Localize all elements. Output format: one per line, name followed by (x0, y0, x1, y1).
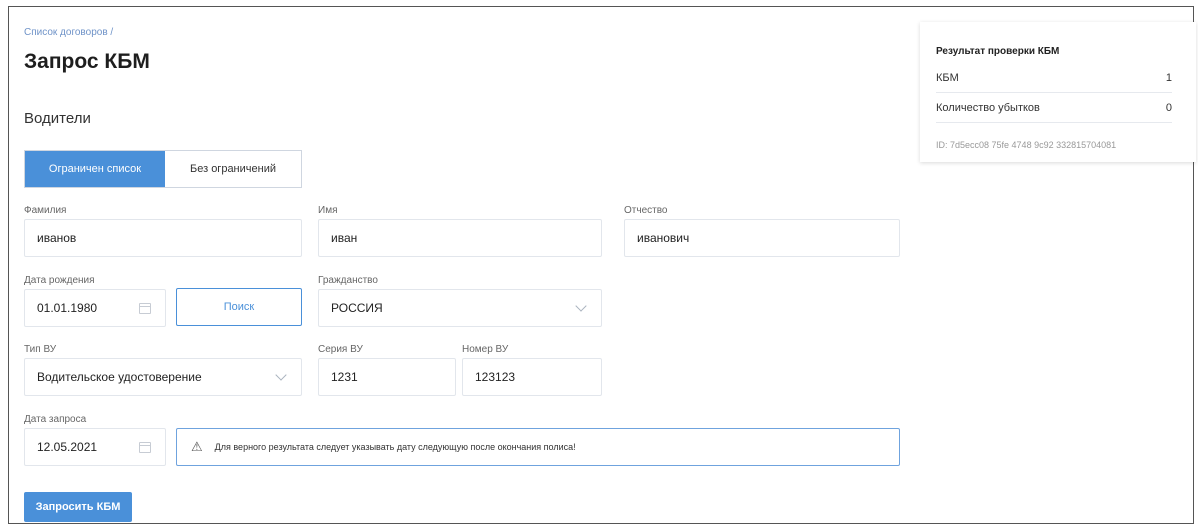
license-number-field[interactable]: 123123 (462, 358, 602, 396)
result-row-label: Количество убытков (936, 102, 1040, 114)
result-row-value: 1 (1165, 72, 1172, 84)
patronymic-field[interactable]: иванович (624, 219, 900, 257)
result-row-losses: Количество убытков 0 (936, 94, 1172, 123)
driver-mode-tabs: Ограничен список Без ограничений (24, 150, 302, 188)
last-name-label: Фамилия (24, 205, 67, 216)
search-button[interactable]: Поиск (176, 288, 302, 326)
breadcrumb[interactable]: Список договоров / (24, 27, 113, 38)
license-series-label: Серия ВУ (318, 344, 363, 355)
request-date-value: 12.05.2021 (37, 440, 98, 454)
tab-limited-list[interactable]: Ограничен список (25, 151, 165, 187)
tab-unlimited[interactable]: Без ограничений (165, 151, 301, 187)
request-date-field[interactable]: 12.05.2021 (24, 428, 166, 466)
kbm-result-panel: Результат проверки КБМ КБМ 1 Количество … (920, 22, 1196, 162)
result-id: ID: 7d5ecc08 75fe 4748 9c92 332815704081 (936, 140, 1117, 150)
calendar-icon[interactable] (139, 302, 151, 314)
patronymic-value: иванович (637, 231, 690, 245)
request-kbm-button[interactable]: Запросить КБМ (24, 492, 132, 522)
chevron-down-icon (275, 369, 287, 381)
request-date-label: Дата запроса (24, 414, 87, 425)
license-number-value: 123123 (475, 370, 516, 384)
first-name-field[interactable]: иван (318, 219, 602, 257)
citizenship-select[interactable]: РОССИЯ (318, 289, 602, 327)
birth-date-value: 01.01.1980 (37, 301, 98, 315)
section-title-drivers: Водители (24, 110, 91, 127)
license-series-value: 1231 (331, 370, 358, 384)
result-title: Результат проверки КБМ (936, 46, 1060, 57)
license-type-select[interactable]: Водительское удостоверение (24, 358, 302, 396)
result-row-kbm: КБМ 1 (936, 64, 1172, 93)
patronymic-label: Отчество (624, 205, 668, 216)
birth-date-label: Дата рождения (24, 275, 95, 286)
citizenship-label: Гражданство (318, 275, 378, 286)
license-type-value: Водительское удостоверение (37, 370, 202, 384)
citizenship-value: РОССИЯ (331, 301, 383, 315)
license-type-label: Тип ВУ (24, 344, 57, 355)
birth-date-field[interactable]: 01.01.1980 (24, 289, 166, 327)
page-title: Запрос КБМ (24, 50, 150, 73)
calendar-icon[interactable] (139, 441, 151, 453)
last-name-value: иванов (37, 231, 77, 245)
date-warning-alert: ⚠ Для верного результата следует указыва… (176, 428, 900, 466)
last-name-field[interactable]: иванов (24, 219, 302, 257)
license-number-label: Номер ВУ (462, 344, 509, 355)
chevron-down-icon (575, 300, 587, 312)
warning-icon: ⚠ (191, 439, 203, 454)
result-row-label: КБМ (936, 72, 959, 84)
result-row-value: 0 (1165, 102, 1172, 114)
first-name-value: иван (331, 231, 358, 245)
alert-text: Для верного результата следует указывать… (214, 442, 576, 452)
first-name-label: Имя (318, 205, 338, 216)
license-series-field[interactable]: 1231 (318, 358, 456, 396)
